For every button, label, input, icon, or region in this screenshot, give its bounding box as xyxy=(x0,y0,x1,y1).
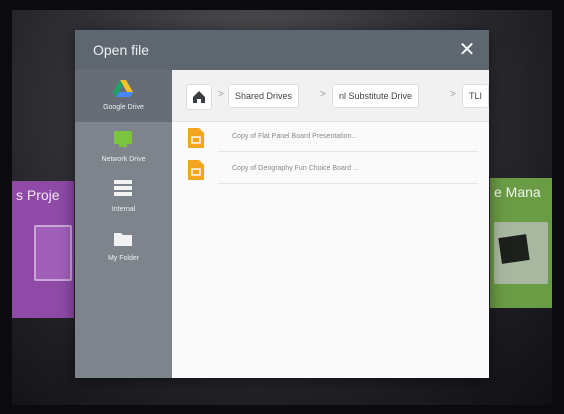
background-tile-thumbnail xyxy=(494,222,548,284)
sidebar-item-network-drive[interactable]: Network Drive xyxy=(75,124,172,176)
home-button[interactable] xyxy=(186,84,212,110)
sidebar-item-google-drive[interactable]: Google Drive xyxy=(75,70,172,122)
background-app-tile-left: s Proje xyxy=(12,181,74,318)
file-name: Copy of Geography Fun Choice Board ... xyxy=(232,165,359,172)
google-drive-icon xyxy=(113,80,133,97)
background-tile-title: e Mana xyxy=(494,184,541,200)
breadcrumb-item-shared-drives[interactable]: Shared Drives xyxy=(228,84,300,108)
sidebar-item-my-folder[interactable]: My Folder xyxy=(75,228,172,280)
file-list-item[interactable]: Copy of Geography Fun Choice Board ... xyxy=(172,160,489,184)
breadcrumb-item-substitute-drive[interactable]: nl Substitute Drive xyxy=(332,84,420,108)
storage-sidebar: Google Drive Network Drive Internal My F… xyxy=(75,70,172,378)
slides-file-icon xyxy=(188,128,204,148)
slides-file-icon xyxy=(188,160,204,180)
close-icon: ✕ xyxy=(458,39,476,61)
home-icon xyxy=(193,91,205,103)
breadcrumb-separator-icon: > xyxy=(450,89,456,100)
network-drive-icon xyxy=(114,131,132,147)
row-divider xyxy=(218,151,478,152)
dialog-title: Open file xyxy=(93,42,150,58)
breadcrumb-separator-icon: > xyxy=(218,89,224,100)
sidebar-item-label: Internal xyxy=(111,206,136,213)
folder-icon xyxy=(114,233,132,246)
close-button[interactable]: ✕ xyxy=(453,36,481,64)
sidebar-item-label: Google Drive xyxy=(103,104,144,111)
background-app-tile-right: e Mana xyxy=(490,178,552,308)
row-divider xyxy=(218,183,478,184)
breadcrumb-separator-icon: > xyxy=(320,89,326,100)
sidebar-item-internal[interactable]: Internal xyxy=(75,176,172,228)
background-tile-thumbnail xyxy=(34,225,72,281)
internal-storage-icon xyxy=(114,180,132,196)
file-name: Copy of Flat Panel Board Presentation... xyxy=(232,133,358,140)
sidebar-item-label: My Folder xyxy=(107,255,140,262)
file-list-item[interactable]: Copy of Flat Panel Board Presentation... xyxy=(172,128,489,152)
file-browser: > Shared Drives > nl Substitute Drive > … xyxy=(172,70,489,378)
sidebar-item-label: Network Drive xyxy=(101,156,146,163)
breadcrumb: > Shared Drives > nl Substitute Drive > … xyxy=(172,70,489,122)
background-tile-title: s Proje xyxy=(16,187,60,203)
breadcrumb-item-tli[interactable]: TLI xyxy=(462,84,489,108)
open-file-dialog: Open file ✕ Google Drive Network Drive I… xyxy=(75,30,489,378)
dialog-titlebar: Open file ✕ xyxy=(75,30,489,70)
